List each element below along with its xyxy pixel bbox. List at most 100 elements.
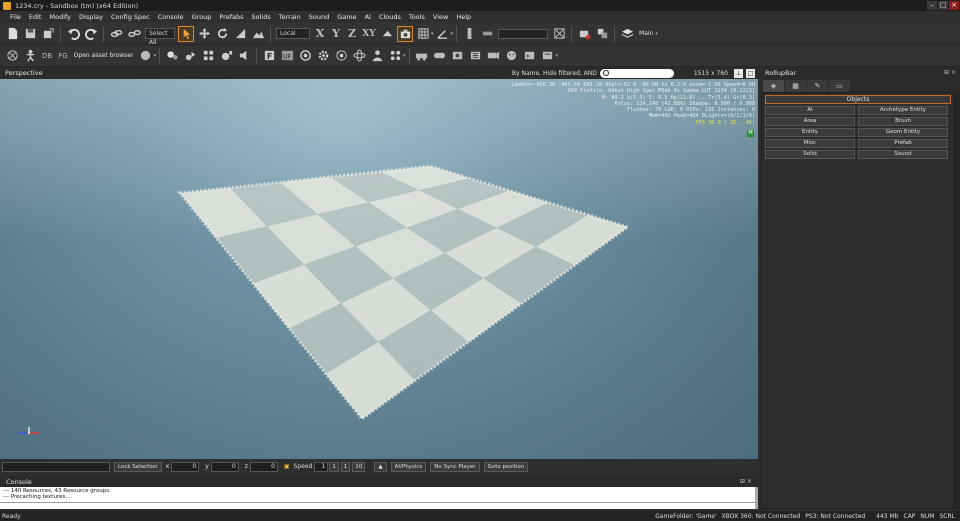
snapshot-icon[interactable] <box>5 49 19 63</box>
chevron-down-icon[interactable]: ▾ <box>655 31 658 37</box>
menu-solids[interactable]: Solids <box>247 13 274 21</box>
viewport-settings-icon[interactable]: ⊥ <box>734 68 743 78</box>
flowgraph-icon[interactable]: F <box>262 49 276 63</box>
axis-x-constraint[interactable]: X <box>312 27 328 40</box>
menu-config-spec[interactable]: Config Spec <box>107 13 154 21</box>
ui-editor-icon[interactable]: UF <box>280 49 294 63</box>
console-input[interactable] <box>0 502 755 509</box>
database-icon[interactable] <box>201 49 215 63</box>
chevron-down-icon[interactable]: ▾ <box>403 53 406 59</box>
object-area-button[interactable]: Area <box>765 117 855 126</box>
chevron-down-icon[interactable]: ▾ <box>153 53 156 59</box>
axis-xy-constraint[interactable]: XY <box>360 29 378 39</box>
console-toggle-icon[interactable] <box>523 49 537 63</box>
gear-icon[interactable] <box>316 49 330 63</box>
mission-icon[interactable] <box>469 49 483 63</box>
menu-ai[interactable]: AI <box>361 13 375 21</box>
chevron-down-icon[interactable]: ▾ <box>556 53 559 59</box>
coord-system-select[interactable]: Local <box>276 28 310 39</box>
rotate-tool-icon[interactable] <box>215 27 229 41</box>
save-icon[interactable] <box>23 27 37 41</box>
delete-selection-icon[interactable] <box>552 27 566 41</box>
menu-tools[interactable]: Tools <box>405 13 429 21</box>
terrain-editor-icon[interactable] <box>165 49 179 63</box>
timeofday-icon[interactable] <box>451 49 465 63</box>
menu-help[interactable]: Help <box>452 13 475 21</box>
export-icon[interactable] <box>41 27 55 41</box>
object-archetype-entity-button[interactable]: Archetype Entity <box>858 106 948 115</box>
menu-file[interactable]: File <box>6 13 25 21</box>
selection-set-icon[interactable] <box>480 27 494 41</box>
unlink-icon[interactable] <box>127 27 141 41</box>
pin-close-icon[interactable]: ⊞ × <box>740 478 752 485</box>
object-sound-button[interactable]: Sound <box>858 150 948 159</box>
angle-snap-icon[interactable] <box>436 27 450 41</box>
terrain-snap-icon[interactable] <box>251 27 265 41</box>
axis-y-constraint[interactable]: Y <box>328 27 344 40</box>
ruler-icon[interactable] <box>462 27 476 41</box>
vegetation-icon[interactable] <box>183 49 197 63</box>
axis-z-constraint[interactable]: Z <box>344 27 360 40</box>
speed-preset-1[interactable]: 1 <box>329 461 339 472</box>
undo-icon[interactable] <box>66 27 80 41</box>
menu-view[interactable]: View <box>429 13 452 21</box>
sound-editor-icon[interactable] <box>237 49 251 63</box>
open-asset-browser-button[interactable]: Open asset browser <box>74 52 134 59</box>
scale-tool-icon[interactable] <box>233 27 247 41</box>
z-coord-field[interactable]: 0 <box>249 461 278 472</box>
x-coord-field[interactable]: 0 <box>171 461 200 472</box>
object-solid-button[interactable]: Solid <box>765 150 855 159</box>
pin-close-icon[interactable]: ⊞ × <box>944 69 956 76</box>
character-editor-icon[interactable] <box>370 49 384 63</box>
current-layer[interactable]: Main <box>639 30 653 37</box>
speed-field[interactable]: 1 <box>314 461 329 472</box>
object-brush-button[interactable]: Brush <box>858 117 948 126</box>
materials-icon[interactable] <box>138 49 152 63</box>
menu-edit[interactable]: Edit <box>25 13 46 21</box>
lock-selection-button[interactable]: Lock Selection <box>114 461 162 472</box>
character-icon[interactable] <box>23 49 37 63</box>
fg-label[interactable]: FG <box>58 52 67 60</box>
tab-terrain-icon[interactable]: ▦ <box>785 80 806 92</box>
3d-viewport[interactable]: CamPos=-456.30 -467.64 603.20 Angl=-52 0… <box>0 79 758 459</box>
viewport-resolution[interactable]: 1515 x 760 <box>694 70 728 77</box>
mannequin-icon[interactable] <box>298 49 312 63</box>
menu-group[interactable]: Group <box>188 13 216 21</box>
minimize-button[interactable]: – <box>927 1 937 10</box>
layers-icon[interactable] <box>620 27 634 41</box>
maximize-button[interactable]: □ <box>938 1 948 10</box>
menu-prefabs[interactable]: Prefabs <box>215 13 247 21</box>
terrain-follow-icon[interactable] <box>380 27 394 41</box>
viewport-filter-label[interactable]: By Name, Hide filtered, AND <box>512 70 597 77</box>
named-selection-select[interactable] <box>498 28 549 39</box>
atom-icon[interactable] <box>352 49 366 63</box>
rollupbar-scrollbar[interactable] <box>955 92 960 509</box>
object-geom-entity-button[interactable]: Geom Entity <box>858 128 948 137</box>
tab-objects-icon[interactable]: ◈ <box>763 80 784 92</box>
menu-game[interactable]: Game <box>333 13 360 21</box>
grid-objects-icon[interactable] <box>388 49 402 63</box>
menu-display[interactable]: Display <box>75 13 107 21</box>
speed-preset-2[interactable]: 1 <box>340 461 351 472</box>
object-misc-button[interactable]: Misc <box>765 139 855 148</box>
particle-editor-icon[interactable] <box>334 49 348 63</box>
objects-section-header[interactable]: Objects <box>765 95 951 104</box>
tab-modeling-icon[interactable]: ✎ <box>807 80 828 92</box>
speed-preset-3[interactable]: 10 <box>352 461 366 472</box>
close-button[interactable]: × <box>949 1 959 10</box>
gamepad-icon[interactable] <box>433 49 447 63</box>
object-snap-icon[interactable] <box>397 25 413 42</box>
db-label[interactable]: DB <box>42 52 52 60</box>
viewport-title[interactable]: Perspective <box>0 69 512 77</box>
tab-display-icon[interactable]: ▭ <box>829 80 850 92</box>
command-input[interactable] <box>2 461 110 472</box>
object-entity-button[interactable]: Entity <box>765 128 855 137</box>
select-tool-icon[interactable] <box>178 25 194 42</box>
menu-modify[interactable]: Modify <box>45 13 75 21</box>
script-terminal-icon[interactable] <box>541 49 555 63</box>
menu-terrain[interactable]: Terrain <box>275 13 305 21</box>
vehicle-editor-icon[interactable] <box>415 49 429 63</box>
film-icon[interactable] <box>487 49 501 63</box>
y-coord-field[interactable]: 0 <box>210 461 239 472</box>
menu-console[interactable]: Console <box>154 13 188 21</box>
